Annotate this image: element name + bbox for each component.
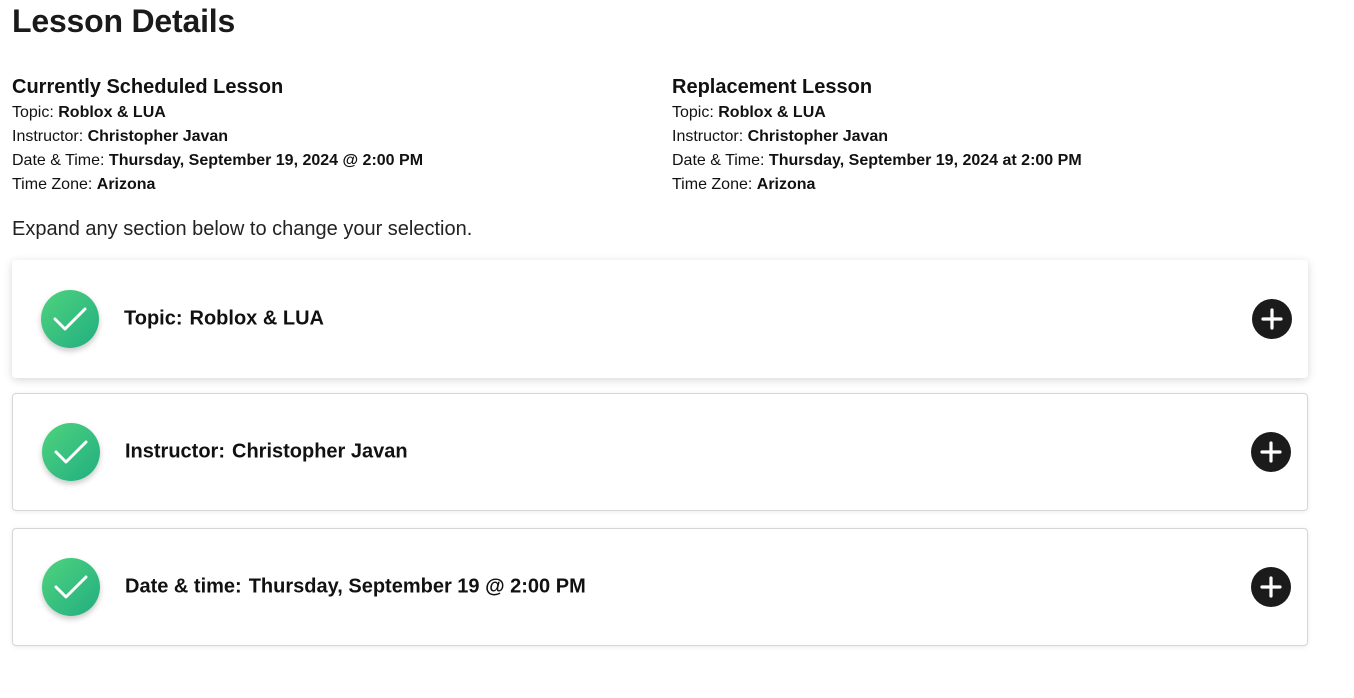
datetime-section-title: Date & time: Thursday, September 19 @ 2:0… bbox=[125, 576, 586, 599]
instructor-section-value: Christopher Javan bbox=[232, 440, 408, 463]
topic-section-label: Topic: bbox=[124, 307, 183, 330]
current-datetime-value: Thursday, September 19, 2024 @ 2:00 PM bbox=[108, 152, 424, 169]
instructor-section[interactable]: Instructor: Christopher Javan bbox=[12, 393, 1308, 511]
topic-section-value: Roblox & LUA bbox=[189, 307, 324, 330]
current-instructor-label: Instructor: bbox=[12, 128, 88, 145]
current-datetime-row: Date & Time: Thursday, September 19, 202… bbox=[12, 149, 632, 173]
replacement-instructor-value: Christopher Javan bbox=[747, 128, 889, 145]
current-topic-row: Topic: Roblox & LUA bbox=[12, 101, 632, 125]
replacement-lesson-panel: Replacement Lesson Topic: Roblox & LUA I… bbox=[672, 74, 1292, 197]
current-timezone-value: Arizona bbox=[96, 176, 156, 193]
plus-icon bbox=[1261, 308, 1283, 330]
current-topic-label: Topic: bbox=[12, 104, 59, 121]
replacement-instructor-row: Instructor: Christopher Javan bbox=[672, 125, 1292, 149]
topic-section[interactable]: Topic: Roblox & LUA bbox=[12, 260, 1308, 378]
plus-icon bbox=[1260, 441, 1282, 463]
lesson-details-page: Lesson Details Currently Scheduled Lesso… bbox=[0, 0, 1354, 698]
datetime-section-label: Date & time: bbox=[125, 575, 242, 598]
page-title: Lesson Details bbox=[12, 3, 236, 39]
replacement-topic-label: Topic: bbox=[672, 104, 719, 121]
current-instructor-row: Instructor: Christopher Javan bbox=[12, 125, 632, 149]
instructor-section-label: Instructor: bbox=[125, 440, 225, 463]
expand-instructor-button[interactable] bbox=[1251, 432, 1291, 472]
topic-section-title: Topic: Roblox & LUA bbox=[124, 308, 324, 331]
replacement-topic-value: Roblox & LUA bbox=[718, 104, 826, 121]
current-timezone-label: Time Zone: bbox=[12, 176, 97, 193]
datetime-section-value: Thursday, September 19 @ 2:00 PM bbox=[248, 575, 586, 598]
check-icon bbox=[41, 290, 99, 348]
replacement-lesson-heading: Replacement Lesson bbox=[672, 76, 873, 98]
replacement-timezone-value: Arizona bbox=[756, 176, 816, 193]
current-lesson-heading: Currently Scheduled Lesson bbox=[12, 76, 284, 98]
current-instructor-value: Christopher Javan bbox=[87, 128, 229, 145]
expand-datetime-button[interactable] bbox=[1251, 567, 1291, 607]
current-datetime-label: Date & Time: bbox=[12, 152, 109, 169]
plus-icon bbox=[1260, 576, 1282, 598]
current-topic-value: Roblox & LUA bbox=[58, 104, 166, 121]
check-icon bbox=[42, 423, 100, 481]
replacement-datetime-row: Date & Time: Thursday, September 19, 202… bbox=[672, 149, 1292, 173]
replacement-datetime-label: Date & Time: bbox=[672, 152, 769, 169]
current-timezone-row: Time Zone: Arizona bbox=[12, 173, 632, 197]
current-lesson-panel: Currently Scheduled Lesson Topic: Roblox… bbox=[12, 74, 632, 197]
replacement-timezone-row: Time Zone: Arizona bbox=[672, 173, 1292, 197]
datetime-section[interactable]: Date & time: Thursday, September 19 @ 2:0… bbox=[12, 528, 1308, 646]
replacement-datetime-value: Thursday, September 19, 2024 at 2:00 PM bbox=[768, 152, 1082, 169]
replacement-timezone-label: Time Zone: bbox=[672, 176, 757, 193]
replacement-topic-row: Topic: Roblox & LUA bbox=[672, 101, 1292, 125]
instructor-section-title: Instructor: Christopher Javan bbox=[125, 441, 408, 464]
replacement-instructor-label: Instructor: bbox=[672, 128, 748, 145]
expand-topic-button[interactable] bbox=[1252, 299, 1292, 339]
check-icon bbox=[42, 558, 100, 616]
expand-instruction: Expand any section below to change your … bbox=[12, 218, 473, 240]
